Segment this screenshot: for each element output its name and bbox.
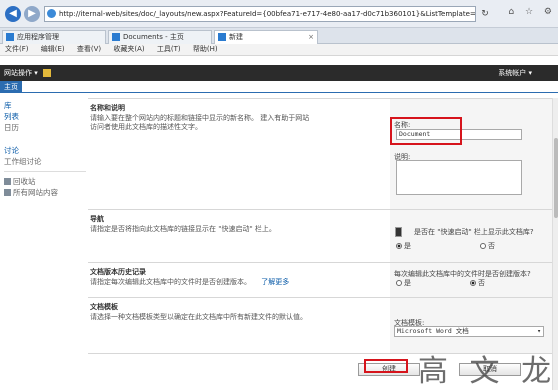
recycle-bin-icon	[4, 178, 11, 185]
section-title: 导航	[90, 215, 104, 223]
nav-recycle-bin-label: 回收站	[13, 177, 36, 186]
browser-tab-documents[interactable]: Documents - 主页	[108, 30, 212, 44]
scrollbar-thumb[interactable]	[554, 138, 558, 218]
browser-tab-strip: 应用程序管理 Documents - 主页 新建 ×	[0, 28, 558, 44]
radio-no[interactable]	[480, 243, 486, 249]
all-content-icon	[4, 189, 11, 196]
document-template-section: 文档模板 请选择一种文档模板类型以确定在此文档库中所有新建文件的默认值。 文档模…	[88, 297, 553, 353]
browser-tab-new[interactable]: 新建 ×	[214, 30, 318, 44]
section-title: 文档版本历史记录	[90, 268, 146, 276]
browser-tab-app-management[interactable]: 应用程序管理	[2, 30, 106, 44]
back-button[interactable]: ◀	[5, 6, 21, 22]
section-description: 请输入要在整个网站内的标题和链接中显示的新名称。 建入有助于网站访问者使用此文档…	[90, 114, 310, 131]
nav-calendar[interactable]: 日历	[4, 122, 86, 133]
tab-label: 新建	[229, 33, 243, 41]
radio-yes[interactable]	[396, 280, 402, 286]
nav-all-site-content[interactable]: 所有网站内容	[4, 187, 86, 198]
section-controls: 每次编辑此文档库中的文件时是否创建版本? 是 否	[390, 263, 553, 297]
nav-divider	[4, 171, 86, 172]
menu-file[interactable]: 文件(F)	[0, 44, 34, 55]
quick-launch: 库 列表 日历 讨论 工作组讨论 回收站 所有网站内容	[4, 100, 86, 198]
nav-all-site-content-label: 所有网站内容	[13, 188, 58, 197]
section-description: 请指定每次编辑此文档库中的文件时是否创建版本。 了解更多	[90, 278, 302, 287]
url-text: http://iternal-web/sites/doc/_layouts/ne…	[59, 10, 476, 18]
radio-yes-label: 是	[404, 279, 411, 287]
menu-favorites[interactable]: 收藏夹(A)	[108, 44, 149, 55]
ie-icon	[47, 9, 56, 18]
tab-favicon	[218, 33, 226, 41]
section-description: 请选择一种文档模板类型以确定在此文档库中所有新建文件的默认值。	[90, 313, 307, 321]
name-highlight-box	[390, 117, 462, 145]
browser-menu-bar: 文件(F) 编辑(E) 查看(V) 收藏夹(A) 工具(T) 帮助(H)	[0, 44, 558, 56]
nav-lists[interactable]: 列表	[4, 111, 86, 122]
settings-icon[interactable]: ⚙	[544, 7, 552, 17]
menu-edit[interactable]: 编辑(E)	[36, 44, 70, 55]
watermark-text: 高 文 龙	[418, 354, 558, 389]
quick-launch-question: 是否在 "快速启动" 栏上显示此文档库?	[414, 228, 534, 236]
tab-favicon	[112, 33, 120, 41]
ribbon-tab-row: 主页	[0, 81, 558, 93]
nav-recycle-bin[interactable]: 回收站	[4, 176, 86, 187]
quick-launch-icon	[395, 227, 402, 237]
tab-favicon	[6, 33, 14, 41]
forward-button[interactable]: ▶	[24, 6, 40, 22]
create-highlight-box	[364, 359, 408, 373]
navigation-section: 导航 请指定是否将指向此文档库的链接显示在 "快速启动" 栏上。 是否在 "快速…	[88, 209, 553, 262]
user-menu[interactable]: 系统帐户 ▾	[498, 65, 532, 81]
section-description: 请指定是否将指向此文档库的链接显示在 "快速启动" 栏上。	[90, 225, 276, 233]
close-tab-icon[interactable]: ×	[308, 31, 314, 43]
refresh-icon[interactable]: ↻	[478, 6, 492, 22]
template-selected-value: Microsoft Word 文档	[397, 327, 469, 335]
radio-yes-label: 是	[404, 242, 411, 250]
nav-team-discussion[interactable]: 工作组讨论	[4, 156, 86, 167]
quick-launch-no-option[interactable]: 否	[480, 241, 495, 251]
versioning-no-option[interactable]: 否	[470, 278, 485, 288]
chevron-down-icon: ▾	[537, 327, 541, 335]
section-controls: 名称: Document 说明:	[390, 99, 553, 209]
nav-libraries[interactable]: 库	[4, 100, 86, 111]
quick-launch-yes-option[interactable]: 是	[396, 241, 411, 251]
home-icon[interactable]: ⌂	[508, 7, 514, 17]
url-field[interactable]: http://iternal-web/sites/doc/_layouts/ne…	[44, 6, 476, 22]
menu-tools[interactable]: 工具(T)	[152, 44, 186, 55]
learn-more-link[interactable]: 了解更多	[261, 278, 289, 286]
description-textarea[interactable]	[396, 160, 522, 195]
radio-no-label: 否	[488, 242, 495, 250]
version-description-text: 请指定每次编辑此文档库中的文件时是否创建版本。	[90, 278, 251, 286]
sharepoint-ribbon: 网站操作 ▾ 系统帐户 ▾	[0, 65, 558, 81]
section-controls: 文档模板: Microsoft Word 文档 ▾	[390, 298, 553, 353]
menu-view[interactable]: 查看(V)	[72, 44, 106, 55]
versioning-yes-option[interactable]: 是	[396, 278, 411, 288]
navigate-up-icon[interactable]	[43, 69, 51, 77]
favorites-icon[interactable]: ☆	[525, 7, 533, 17]
radio-yes[interactable]	[396, 243, 402, 249]
section-controls: 是否在 "快速启动" 栏上显示此文档库? 是 否	[390, 210, 553, 262]
version-history-section: 文档版本历史记录 请指定每次编辑此文档库中的文件时是否创建版本。 了解更多 每次…	[88, 262, 553, 297]
browser-toolbar-icons: ⌂ ☆ ⚙	[500, 7, 552, 17]
menu-help[interactable]: 帮助(H)	[188, 44, 223, 55]
tab-label: 应用程序管理	[17, 33, 59, 41]
nav-discussions[interactable]: 讨论	[4, 145, 86, 156]
radio-no[interactable]	[470, 280, 476, 286]
section-title: 文档模板	[90, 303, 118, 311]
name-description-section: 名称和说明 请输入要在整个网站内的标题和链接中显示的新名称。 建入有助于网站访问…	[88, 98, 553, 209]
home-tab[interactable]: 主页	[0, 81, 22, 93]
tab-label: Documents - 主页	[123, 33, 184, 41]
section-title: 名称和说明	[90, 104, 125, 112]
radio-no-label: 否	[478, 279, 485, 287]
template-select[interactable]: Microsoft Word 文档 ▾	[394, 326, 544, 337]
site-actions-menu[interactable]: 网站操作 ▾	[4, 65, 38, 81]
address-bar-area: ◀ ▶ http://iternal-web/sites/doc/_layout…	[0, 0, 558, 28]
